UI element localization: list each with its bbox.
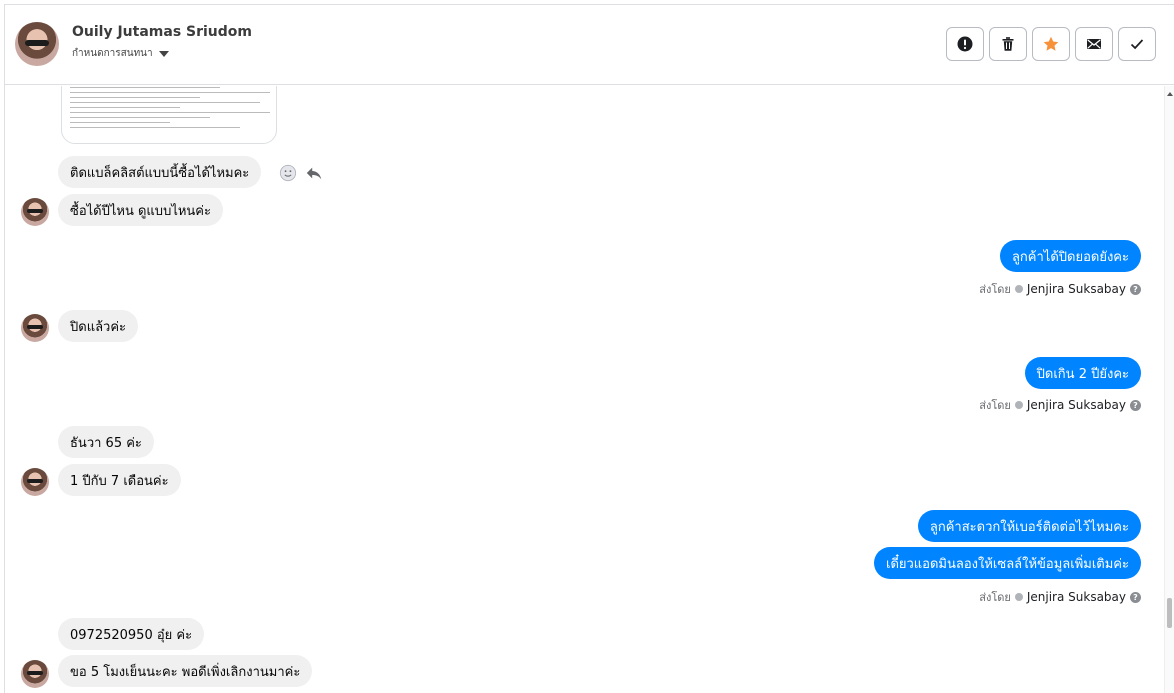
mark-done-button[interactable] [1118, 27, 1156, 61]
star-button[interactable] [1032, 27, 1070, 61]
sent-by-info: ส่งโดย Jenjira Suksabay ? [979, 396, 1141, 414]
outgoing-message[interactable]: ลูกค้าสะดวกให้เบอร์ติดต่อไว้ไหมคะ [917, 510, 1141, 542]
contact-avatar-small[interactable] [21, 198, 49, 226]
image-attachment[interactable] [61, 86, 277, 144]
outgoing-message[interactable]: ลูกค้าได้ปิดยอดยังคะ [999, 240, 1141, 272]
incoming-message[interactable]: ซื้อได้ปีไหน ดูแบบไหนค่ะ [58, 194, 223, 226]
assign-conversation-dropdown[interactable]: กำหนดการสนทนา [72, 46, 169, 61]
smiley-icon [279, 164, 297, 182]
delete-button[interactable] [989, 27, 1027, 61]
header-actions [946, 27, 1156, 61]
contact-avatar-small[interactable] [21, 314, 49, 342]
reply-button[interactable] [304, 163, 324, 183]
contact-avatar[interactable] [15, 22, 59, 66]
help-icon[interactable]: ? [1130, 399, 1141, 411]
contact-name[interactable]: Ouily Jutamas Sriudom [72, 24, 252, 40]
outgoing-message[interactable]: เดี๋ยวแอดมินลองให้เซลล์ให้ข้อมูลเพิ่มเติ… [874, 547, 1141, 579]
agent-dot-icon [1014, 401, 1023, 409]
incoming-message[interactable]: ติดแบล็คลิสต์แบบนี้ซื้อได้ไหมคะ [58, 156, 262, 188]
message-tools [278, 163, 324, 183]
agent-name[interactable]: Jenjira Suksabay [1027, 590, 1126, 604]
help-icon[interactable]: ? [1130, 283, 1141, 295]
agent-dot-icon [1014, 593, 1023, 601]
incoming-message[interactable]: 1 ปีกับ 7 เดือนค่ะ [58, 464, 181, 496]
sent-by-label: ส่งโดย [979, 591, 1011, 604]
agent-name[interactable]: Jenjira Suksabay [1027, 398, 1126, 412]
react-button[interactable] [278, 163, 298, 183]
scroll-up-icon[interactable] [1167, 92, 1173, 96]
incoming-message[interactable]: ธันวา 65 ค่ะ [58, 426, 154, 458]
sent-by-info: ส่งโดย Jenjira Suksabay ? [979, 280, 1141, 298]
sent-by-label: ส่งโดย [979, 283, 1011, 296]
agent-dot-icon [1014, 285, 1023, 293]
mail-button[interactable] [1075, 27, 1113, 61]
outgoing-message[interactable]: ปิดเกิน 2 ปียังคะ [1024, 357, 1141, 389]
star-icon [1043, 36, 1059, 51]
check-icon [1130, 39, 1144, 50]
exclamation-circle-icon [957, 36, 973, 52]
agent-name[interactable]: Jenjira Suksabay [1027, 282, 1126, 296]
report-button[interactable] [946, 27, 984, 61]
incoming-message[interactable]: ขอ 5 โมงเย็นนะคะ พอดีเพิ่งเลิกงานมาค่ะ [58, 655, 313, 687]
message-thread[interactable]: ติดแบล็คลิสต์แบบนี้ซื้อได้ไหมคะ ซื้อได้ป… [5, 86, 1165, 693]
trash-icon [1002, 37, 1014, 51]
incoming-message[interactable]: 0972520950 อุ๋ย ค่ะ [58, 618, 205, 650]
reply-icon [306, 167, 322, 180]
assign-label: กำหนดการสนทนา [72, 48, 153, 59]
conversation-header: Ouily Jutamas Sriudom กำหนดการสนทนา [5, 5, 1174, 85]
help-icon[interactable]: ? [1130, 591, 1141, 603]
caret-down-icon [158, 50, 169, 57]
conversation-window: Ouily Jutamas Sriudom กำหนดการสนทนา ติดแ… [4, 4, 1174, 693]
contact-avatar-small[interactable] [21, 660, 49, 688]
sent-by-info: ส่งโดย Jenjira Suksabay ? [979, 588, 1141, 606]
scroll-thumb[interactable] [1167, 598, 1172, 628]
envelope-icon [1087, 39, 1101, 49]
sent-by-label: ส่งโดย [979, 399, 1011, 412]
contact-avatar-small[interactable] [21, 468, 49, 496]
incoming-message[interactable]: ปิดแล้วค่ะ [58, 310, 139, 342]
thread-scrollbar[interactable] [1164, 86, 1174, 693]
